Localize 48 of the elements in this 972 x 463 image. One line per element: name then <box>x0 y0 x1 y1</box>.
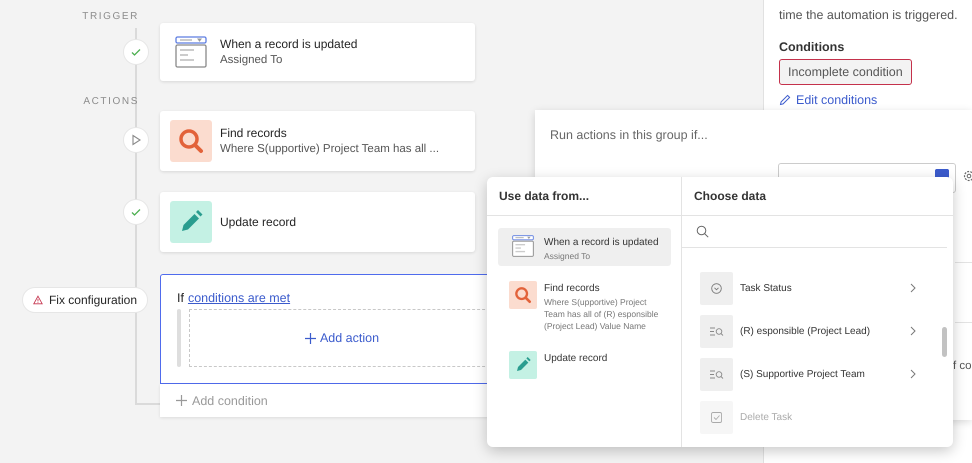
scrollbar-thumb[interactable] <box>942 327 947 357</box>
play-icon <box>130 134 142 146</box>
search-icon <box>696 225 709 238</box>
data-field-item[interactable]: (R) esponsible (Project Lead) <box>700 315 953 348</box>
warning-icon <box>33 294 43 306</box>
cut-off-text: f co <box>953 360 972 372</box>
dropdown-circle-icon <box>711 283 722 294</box>
form-icon <box>512 235 534 257</box>
section-label: TRIGGER <box>81 10 140 23</box>
form-icon <box>175 36 207 68</box>
section-label: ACTIONS <box>82 95 140 108</box>
step-subtitle: Where S(upportive) Project Team has all ... <box>220 142 440 157</box>
add-action-button[interactable]: Add action <box>298 330 386 346</box>
pencil-icon <box>170 201 212 243</box>
step-title: Update record <box>220 214 296 230</box>
check-icon <box>130 46 142 58</box>
data-source-item[interactable]: When a record is updated Assigned To <box>498 228 671 266</box>
chevron-right-icon <box>910 326 916 336</box>
incomplete-condition-badge: Incomplete condition <box>779 59 912 85</box>
step-card[interactable]: Update record <box>160 192 475 252</box>
chevron-right-icon <box>910 369 916 379</box>
fields-heading: Choose data <box>681 177 953 216</box>
data-field-item[interactable]: Task Status <box>700 272 953 305</box>
pencil-icon <box>779 94 791 106</box>
data-field-item[interactable]: (S) Supportive Project Team <box>700 358 953 391</box>
plus-icon <box>304 332 316 344</box>
fix-configuration-button[interactable]: Fix configuration <box>22 287 148 313</box>
panel-description: time the automation is triggered. <box>779 8 959 23</box>
edit-conditions-link[interactable]: Edit conditions <box>779 93 972 107</box>
chevron-right-icon <box>910 283 916 293</box>
lookup-icon <box>710 327 724 336</box>
settings-icon[interactable] <box>963 170 972 182</box>
search-icon <box>509 281 537 309</box>
sources-heading: Use data from... <box>487 177 681 216</box>
condition-prompt: Run actions in this group if... <box>550 128 708 142</box>
if-label: If <box>177 291 184 305</box>
step-title: When a record is updated <box>220 36 358 52</box>
search-icon <box>170 120 212 162</box>
step-subtitle: Assigned To <box>220 53 284 68</box>
conditions-heading: Conditions <box>779 40 846 54</box>
checkbox-icon <box>711 412 722 423</box>
lookup-icon <box>710 370 724 379</box>
plus-icon <box>176 395 187 406</box>
step-card[interactable]: Find records Where S(upportive) Project Team has all ... <box>160 111 475 171</box>
conditions-link[interactable]: conditions are met <box>188 291 290 305</box>
pencil-icon <box>509 351 537 379</box>
step-title: Find records <box>220 125 288 141</box>
step-card[interactable]: When a record is updated Assigned To <box>160 23 475 81</box>
